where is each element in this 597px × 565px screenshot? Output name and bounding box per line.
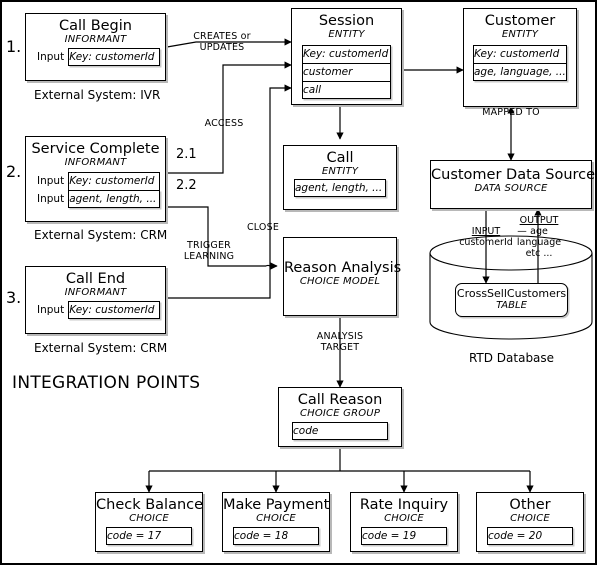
service-complete-input-label-2: Input	[37, 193, 65, 205]
session-attribute-customer: customer	[302, 63, 391, 81]
node-call-title: Call	[326, 150, 354, 166]
node-choice-check-balance-stereotype: CHOICE	[129, 513, 169, 524]
session-attribute-key: Key: customerId	[302, 45, 391, 63]
node-session-stereotype: ENTITY	[328, 29, 365, 40]
node-call-begin-stereotype: INFORMANT	[64, 34, 127, 45]
database-output-header: OUTPUT	[519, 215, 559, 226]
node-call-stereotype: ENTITY	[321, 166, 359, 177]
node-choice-make-payment-stereotype: CHOICE	[256, 513, 296, 524]
node-choice-other-stereotype: CHOICE	[510, 513, 550, 524]
choice-rate-inquiry-code: code = 19	[361, 527, 447, 545]
node-service-complete-stereotype: INFORMANT	[64, 157, 127, 168]
edge-label-trigger-learning: TRIGGER LEARNING	[183, 240, 235, 262]
service-complete-input-row-1: Input Key: customerId	[37, 172, 161, 190]
edge-label-close: CLOSE	[246, 222, 280, 233]
node-reason-analysis[interactable]: Reason Analysis CHOICE MODEL	[283, 237, 402, 316]
call-end-input-label: Input	[37, 304, 65, 316]
node-choice-other-title: Other	[509, 497, 551, 513]
service-complete-external-system-caption: External System: CRM	[34, 228, 168, 242]
node-session-title: Session	[318, 13, 375, 29]
service-complete-key-attribute: Key: customerId	[68, 172, 161, 190]
edge-label-analysis-target: ANALYSIS TARGET	[316, 331, 364, 353]
call-begin-input-label: Input	[37, 51, 65, 63]
node-reason-analysis-title: Reason Analysis	[284, 260, 402, 276]
sub-step-label-2-1: 2.1	[176, 147, 197, 162]
database-label: RTD Database	[468, 351, 555, 365]
database-output-fields: age language etc ...	[516, 226, 562, 259]
node-call-end[interactable]: Call End INFORMANT	[25, 266, 166, 334]
node-reason-analysis-stereotype: CHOICE MODEL	[299, 276, 381, 287]
node-call-end-title: Call End	[65, 271, 126, 287]
choice-check-balance-code: code = 17	[106, 527, 192, 545]
customer-attribute-detail: age, language, ...	[473, 63, 567, 81]
customer-attribute-key: Key: customerId	[473, 45, 567, 63]
node-call-reason-stereotype: CHOICE GROUP	[299, 408, 381, 419]
node-call-end-stereotype: INFORMANT	[64, 287, 127, 298]
table-name: CrossSellCustomers	[456, 287, 567, 300]
node-table-crosssellcustomers[interactable]: CrossSellCustomers TABLE	[455, 283, 568, 317]
node-choice-rate-inquiry-stereotype: CHOICE	[384, 513, 424, 524]
node-choice-make-payment-title: Make Payment	[223, 497, 330, 513]
session-attribute-stack: Key: customerId customer call	[302, 45, 391, 99]
node-choice-check-balance-title: Check Balance	[96, 497, 204, 513]
database-input-header: INPUT	[471, 226, 501, 237]
call-end-key-attribute: Key: customerId	[68, 301, 161, 319]
node-call-begin[interactable]: Call Begin INFORMANT	[25, 13, 166, 81]
node-call[interactable]: Call ENTITY	[283, 145, 397, 210]
sub-step-label-2-2: 2.2	[176, 178, 197, 193]
call-attribute-detail: agent, length, ...	[294, 179, 386, 197]
step-number-3: 3.	[6, 288, 22, 307]
edge-label-creates-or-updates: CREATES or UPDATES	[193, 31, 251, 53]
diagram-canvas: 1. 2. 3. 2.1 2.2 Call Begin INFORMANT In…	[0, 0, 597, 565]
integration-points-caption: INTEGRATION POINTS	[12, 373, 201, 393]
choice-make-payment-code: code = 18	[233, 527, 319, 545]
call-begin-key-attribute: Key: customerId	[68, 48, 161, 66]
node-choice-rate-inquiry-title: Rate Inquiry	[359, 497, 449, 513]
session-attribute-call: call	[302, 81, 391, 99]
call-end-input-row: Input Key: customerId	[37, 301, 161, 319]
node-customer-data-source[interactable]: Customer Data Source DATA SOURCE	[430, 160, 596, 209]
node-call-reason-title: Call Reason	[297, 392, 383, 408]
service-complete-input-row-2: Input agent, length, ...	[37, 190, 161, 208]
step-number-2: 2.	[6, 162, 22, 181]
node-customer-title: Customer	[484, 13, 556, 29]
service-complete-input-label-1: Input	[37, 175, 65, 187]
step-number-1: 1.	[6, 37, 22, 56]
node-service-complete-title: Service Complete	[31, 141, 160, 157]
call-begin-input-row: Input Key: customerId	[37, 48, 162, 66]
node-customer-data-source-stereotype: DATA SOURCE	[474, 183, 548, 194]
node-customer-data-source-title: Customer Data Source	[431, 167, 596, 183]
call-reason-attribute-code: code	[292, 422, 388, 440]
service-complete-detail-attribute: agent, length, ...	[68, 190, 161, 208]
node-call-begin-title: Call Begin	[59, 18, 132, 34]
node-customer-stereotype: ENTITY	[501, 29, 539, 40]
call-begin-external-system-caption: External System: IVR	[34, 88, 161, 102]
database-input-fields: customerId	[459, 237, 513, 248]
table-stereotype: TABLE	[496, 300, 527, 311]
edge-label-mapped-to: MAPPED TO	[482, 107, 540, 118]
choice-other-code: code = 20	[487, 527, 573, 545]
edge-label-access: ACCESS	[204, 118, 244, 129]
customer-attribute-stack: Key: customerId age, language, ...	[473, 45, 567, 81]
call-end-external-system-caption: External System: CRM	[34, 341, 168, 355]
